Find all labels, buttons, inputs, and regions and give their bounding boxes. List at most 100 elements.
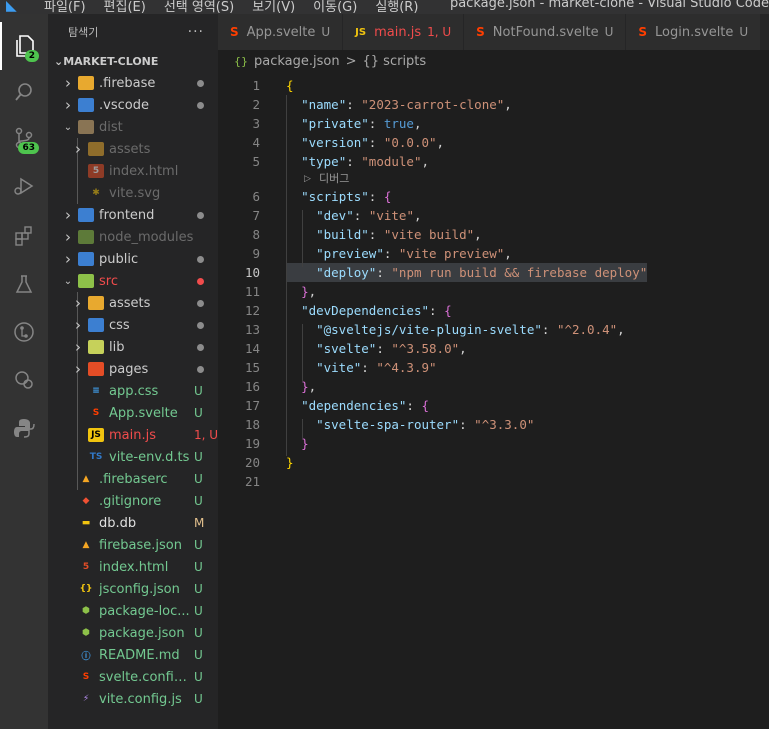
- git-status-dot: [197, 299, 204, 307]
- folder-firebase[interactable]: › .firebase: [48, 72, 218, 94]
- more-actions-button[interactable]: ···: [188, 24, 204, 40]
- chevron-right-icon: ›: [65, 228, 71, 246]
- file-type-icon: 5: [82, 562, 90, 572]
- explorer-badge: 2: [24, 50, 39, 62]
- chevron-right-icon: ›: [75, 294, 81, 312]
- testing-button[interactable]: [0, 260, 48, 308]
- explorer-button[interactable]: 2: [0, 22, 48, 70]
- remote-explorer-button[interactable]: [0, 356, 48, 404]
- file-app-css[interactable]: ≡ app.css U: [48, 380, 218, 402]
- code-line: 8 "build": "vite build",: [218, 225, 769, 244]
- chevron-right-icon: ›: [75, 316, 81, 334]
- file-main-js[interactable]: JS main.js 1, U: [48, 424, 218, 446]
- project-root[interactable]: ⌄ MARKET-CLONE: [48, 50, 218, 72]
- git-status-badge: U: [194, 450, 203, 464]
- tab-app-svelte[interactable]: S App.svelte U: [218, 14, 344, 50]
- code-text: "svelte-spa-router": "^3.3.0": [316, 417, 535, 432]
- tree-item-label: jsconfig.json: [99, 581, 180, 597]
- menu-run[interactable]: 실행(R): [375, 0, 418, 14]
- code-line: 5 "type": "module",: [218, 152, 769, 171]
- git-status-badge: U: [194, 538, 203, 552]
- python-icon: [14, 419, 35, 438]
- explorer-title: 탐색기: [68, 26, 99, 39]
- file-firebase-json[interactable]: ▲ firebase.json U: [48, 534, 218, 556]
- tab-login-svelte[interactable]: S Login.svelte U: [626, 14, 762, 50]
- code-line: 1{: [218, 76, 769, 95]
- file-gitignore[interactable]: ◆ .gitignore U: [48, 490, 218, 512]
- file-vite-svg[interactable]: ✱ vite.svg: [48, 182, 218, 204]
- menu-edit[interactable]: 편집(E): [104, 0, 146, 14]
- menu-go[interactable]: 이동(G): [313, 0, 357, 14]
- python-button[interactable]: [0, 404, 48, 452]
- code-editor[interactable]: 1{2 "name": "2023-carrot-clone", 3 "priva…: [218, 76, 769, 491]
- window-title: package.json - market-clone - Visual Stu…: [449, 0, 769, 11]
- file-type-icon: ▲: [82, 474, 90, 484]
- file-type-icon: ⚡: [82, 694, 90, 704]
- file-package-loc[interactable]: ⬢ package-loc... U: [48, 600, 218, 622]
- debug-codelens[interactable]: ▷ 디버그: [218, 171, 769, 187]
- folder-frontend[interactable]: › frontend: [48, 204, 218, 226]
- breadcrumb-symbol[interactable]: {} scripts: [363, 54, 427, 69]
- git-status-badge: U: [194, 406, 203, 420]
- tab-label: main.js: [374, 24, 422, 40]
- code-text: "dependencies": {: [301, 398, 430, 413]
- extensions-button[interactable]: [0, 212, 48, 260]
- file-readme-md[interactable]: ⓘ README.md U: [48, 644, 218, 666]
- file-firebaserc[interactable]: ▲ .firebaserc U: [48, 468, 218, 490]
- tab-label: NotFound.svelte: [492, 24, 599, 40]
- source-control-button[interactable]: 63: [0, 114, 48, 162]
- folder-dist[interactable]: ⌄ dist: [48, 116, 218, 138]
- tab-status: U: [739, 25, 749, 39]
- tree-item-label: package-loc...: [99, 603, 190, 619]
- search-button[interactable]: [0, 68, 48, 116]
- folder-src[interactable]: ⌄ src: [48, 270, 218, 292]
- run-debug-button[interactable]: [0, 162, 48, 210]
- file-package-json[interactable]: ⬢ package.json U: [48, 622, 218, 644]
- file-index-html[interactable]: 5 index.html: [48, 160, 218, 182]
- tab-main-js[interactable]: JS main.js 1, U: [343, 14, 465, 50]
- file-jsconfig-json[interactable]: {} jsconfig.json U: [48, 578, 218, 600]
- code-line: 20}: [218, 453, 769, 472]
- tree-item-label: svelte.config.js: [99, 669, 194, 685]
- file-type-icon: ▬: [81, 518, 91, 528]
- git-graph-button[interactable]: [0, 308, 48, 356]
- file-index-html[interactable]: 5 index.html U: [48, 556, 218, 578]
- tree-item-label: assets: [109, 295, 151, 311]
- file-svelte-config-js[interactable]: Ssvelte.config.js U: [48, 666, 218, 688]
- vscode-logo-icon: ◣: [6, 0, 17, 14]
- file-app-svelte[interactable]: S App.svelte U: [48, 402, 218, 424]
- tab-notfound-svelte[interactable]: S NotFound.svelte U: [464, 14, 627, 50]
- folder-vscode[interactable]: › .vscode: [48, 94, 218, 116]
- git-status-dot: [197, 79, 204, 87]
- folder-icon: [78, 76, 94, 90]
- debug-label: 디버그: [319, 172, 350, 185]
- chevron-right-icon: ›: [65, 250, 71, 268]
- breadcrumb-file[interactable]: package.json: [254, 54, 340, 69]
- folder-node-modules[interactable]: › node_modules: [48, 226, 218, 248]
- menu-selection[interactable]: 선택 영역(S): [164, 0, 234, 14]
- indent-guide: [302, 419, 303, 438]
- folder-assets[interactable]: › assets: [48, 292, 218, 314]
- tree-item-label: .firebaserc: [99, 471, 168, 487]
- json-file-icon: {}: [234, 54, 248, 68]
- file-vite-env-d-ts[interactable]: TS vite-env.d.ts U: [48, 446, 218, 468]
- line-number: 17: [244, 398, 260, 413]
- file-db-db[interactable]: ▬ db.db M: [48, 512, 218, 534]
- menu-view[interactable]: 보기(V): [252, 0, 295, 14]
- tree-item-label: firebase.json: [99, 537, 182, 553]
- tree-item-label: lib: [109, 339, 125, 355]
- folder-public[interactable]: › public: [48, 248, 218, 270]
- file-type-icon: ⬢: [82, 628, 90, 638]
- file-vite-config-js[interactable]: ⚡ vite.config.js U: [48, 688, 218, 710]
- folder-pages[interactable]: › pages: [48, 358, 218, 380]
- folder-css[interactable]: › css: [48, 314, 218, 336]
- svelte-icon: S: [638, 25, 648, 39]
- git-status-dot: [197, 343, 204, 351]
- line-number: 16: [244, 379, 260, 394]
- folder-assets[interactable]: › assets: [48, 138, 218, 160]
- tree-item-label: vite-env.d.ts: [109, 449, 190, 465]
- folder-lib[interactable]: › lib: [48, 336, 218, 358]
- tree-item-label: dist: [99, 119, 123, 135]
- line-number: 13: [244, 322, 260, 337]
- menu-file[interactable]: 파일(F): [44, 0, 86, 14]
